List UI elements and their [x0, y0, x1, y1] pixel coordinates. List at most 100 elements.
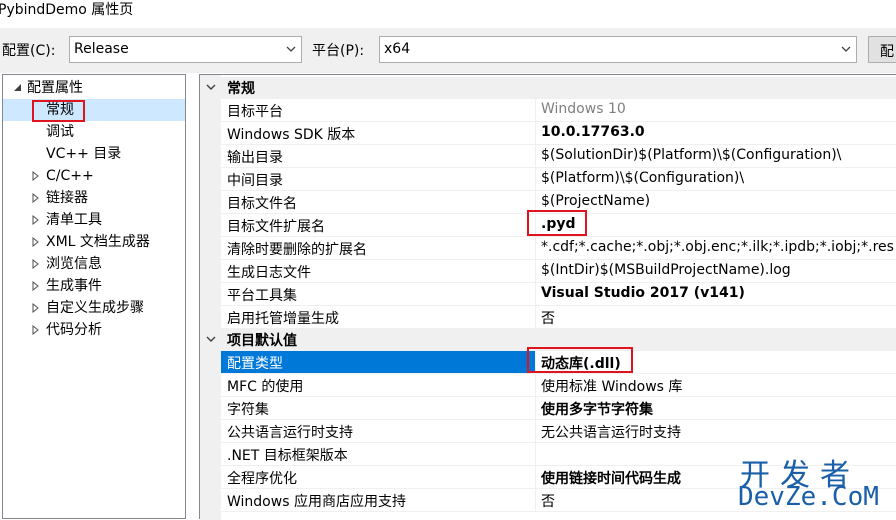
property-value[interactable]: 使用多字节字符集: [541, 399, 653, 419]
tree-item-label: VC++ 目录: [46, 146, 122, 162]
config-value: Release: [74, 41, 129, 57]
collapsed-triangle-icon[interactable]: [31, 325, 41, 335]
property-row[interactable]: 配置类型 动态库(.dll): [221, 347, 896, 374]
tree-item[interactable]: 链接器: [3, 187, 185, 209]
tree-item-label: XML 文档生成器: [46, 234, 150, 250]
tree-item-label: 清单工具: [46, 212, 102, 228]
tree-root[interactable]: 配置属性: [3, 77, 185, 99]
tree-item-label: 浏览信息: [46, 256, 102, 272]
property-value[interactable]: $(ProjectName): [541, 193, 650, 209]
watermark-line2: DevZe.CoM: [738, 482, 879, 512]
category-name: 常规: [227, 81, 255, 97]
property-name: 字符集: [227, 402, 269, 418]
property-row[interactable]: 中间目录 $(Platform)\$(Configuration)\: [221, 168, 896, 191]
property-row[interactable]: 启用托管增量生成 否: [221, 306, 896, 329]
property-name: 启用托管增量生成: [227, 311, 339, 327]
category-name: 项目默认值: [227, 333, 297, 349]
tree-item[interactable]: 浏览信息: [3, 253, 185, 275]
collapsed-triangle-icon[interactable]: [31, 171, 41, 181]
property-name: 平台工具集: [227, 288, 297, 304]
window-title: PybindDemo 属性页: [0, 2, 134, 18]
property-row[interactable]: 生成日志文件 $(IntDir)$(MSBuildProjectName).log: [221, 260, 896, 283]
property-value[interactable]: Visual Studio 2017 (v141): [541, 285, 745, 301]
property-value[interactable]: 使用链接时间代码生成: [541, 468, 681, 488]
chevron-down-icon[interactable]: [206, 82, 216, 92]
tree-item-label: 链接器: [46, 190, 88, 206]
property-value[interactable]: 10.0.17763.0: [541, 124, 645, 140]
tree-item-label: 自定义生成步骤: [46, 300, 144, 316]
property-value[interactable]: $(IntDir)$(MSBuildProjectName).log: [541, 262, 791, 278]
property-name: 目标文件扩展名: [227, 219, 325, 235]
property-name: 目标文件名: [227, 196, 297, 212]
tree-item[interactable]: 清单工具: [3, 209, 185, 231]
config-dropdown[interactable]: Release: [69, 36, 302, 63]
property-value[interactable]: 否: [541, 491, 555, 511]
collapsed-triangle-icon[interactable]: [31, 281, 41, 291]
property-name: MFC 的使用: [227, 379, 304, 395]
property-value[interactable]: 无公共语言运行时支持: [541, 422, 681, 442]
chevron-down-icon: [841, 46, 851, 52]
tree-item[interactable]: VC++ 目录: [3, 143, 185, 165]
property-row[interactable]: 字符集 使用多字节字符集: [221, 397, 896, 420]
property-value[interactable]: 否: [541, 308, 555, 328]
collapsed-triangle-icon[interactable]: [31, 237, 41, 247]
column-divider: [535, 237, 536, 260]
platform-dropdown[interactable]: x64: [379, 36, 857, 63]
property-name: 目标平台: [227, 104, 283, 120]
annotation-box: [527, 347, 633, 373]
tree-item-label: C/C++: [46, 168, 94, 184]
property-value[interactable]: $(SolutionDir)$(Platform)\$(Configuratio…: [541, 147, 841, 163]
property-row[interactable]: 清除时要删除的扩展名 *.cdf;*.cache;*.obj;*.obj.enc;…: [221, 237, 896, 260]
property-row[interactable]: 目标文件扩展名 .pyd: [221, 210, 896, 237]
title-bar: PybindDemo 属性页: [0, 0, 896, 28]
tree-item[interactable]: 自定义生成步骤: [3, 297, 185, 319]
config-label: 配置(C):: [2, 43, 56, 59]
property-row[interactable]: 平台工具集 Visual Studio 2017 (v141): [221, 283, 896, 306]
collapsed-triangle-icon[interactable]: [31, 259, 41, 269]
configuration-manager-label: 配: [880, 44, 894, 60]
chevron-down-icon[interactable]: [206, 334, 216, 344]
tree-item[interactable]: 调试: [3, 121, 185, 143]
property-row[interactable]: MFC 的使用 使用标准 Windows 库: [221, 374, 896, 397]
property-name: 清除时要删除的扩展名: [227, 242, 367, 258]
property-row[interactable]: 输出目录 $(SolutionDir)$(Platform)\$(Configur…: [221, 145, 896, 168]
column-divider: [535, 145, 536, 168]
property-name: 输出目录: [227, 150, 283, 166]
grid-gutter: [200, 75, 221, 520]
property-value[interactable]: Windows 10: [541, 101, 626, 117]
property-value[interactable]: 使用标准 Windows 库: [541, 376, 682, 396]
property-value[interactable]: $(Platform)\$(Configuration)\: [541, 170, 744, 186]
column-divider: [535, 260, 536, 283]
property-name: 全程序优化: [227, 471, 297, 487]
property-name: .NET 目标框架版本: [227, 448, 348, 464]
tree-item[interactable]: 常规: [3, 99, 185, 121]
collapsed-triangle-icon[interactable]: [31, 215, 41, 225]
column-divider: [535, 99, 536, 122]
tree-item[interactable]: 代码分析: [3, 319, 185, 341]
collapsed-triangle-icon[interactable]: [31, 303, 41, 313]
property-value[interactable]: *.cdf;*.cache;*.obj;*.obj.enc;*.ilk;*.ip…: [541, 239, 894, 255]
watermark: 开发者 DevZe.CoM: [736, 450, 896, 519]
tree-item[interactable]: C/C++: [3, 165, 185, 187]
property-row[interactable]: 公共语言运行时支持 无公共语言运行时支持: [221, 420, 896, 443]
config-toolbar: 配置(C): Release 平台(P): x64 配: [0, 28, 896, 73]
property-row[interactable]: 目标平台 Windows 10: [221, 99, 896, 122]
chevron-down-icon: [286, 46, 296, 52]
property-name: 配置类型: [227, 356, 283, 372]
column-divider: [535, 397, 536, 420]
tree-item-label: 代码分析: [46, 322, 102, 338]
annotation-box: [527, 210, 587, 236]
column-divider: [535, 420, 536, 443]
tree-item[interactable]: XML 文档生成器: [3, 231, 185, 253]
tree-item[interactable]: 生成事件: [3, 275, 185, 297]
platform-value: x64: [384, 41, 411, 57]
tree-item-label: 调试: [46, 124, 74, 140]
column-divider: [535, 306, 536, 329]
column-divider: [535, 168, 536, 191]
tree-root-label: 配置属性: [27, 80, 83, 96]
property-row[interactable]: Windows SDK 版本 10.0.17763.0: [221, 122, 896, 145]
category-header[interactable]: 常规: [200, 77, 896, 99]
column-divider: [535, 489, 536, 512]
collapsed-triangle-icon[interactable]: [31, 193, 41, 203]
configuration-manager-button[interactable]: 配: [868, 36, 896, 63]
